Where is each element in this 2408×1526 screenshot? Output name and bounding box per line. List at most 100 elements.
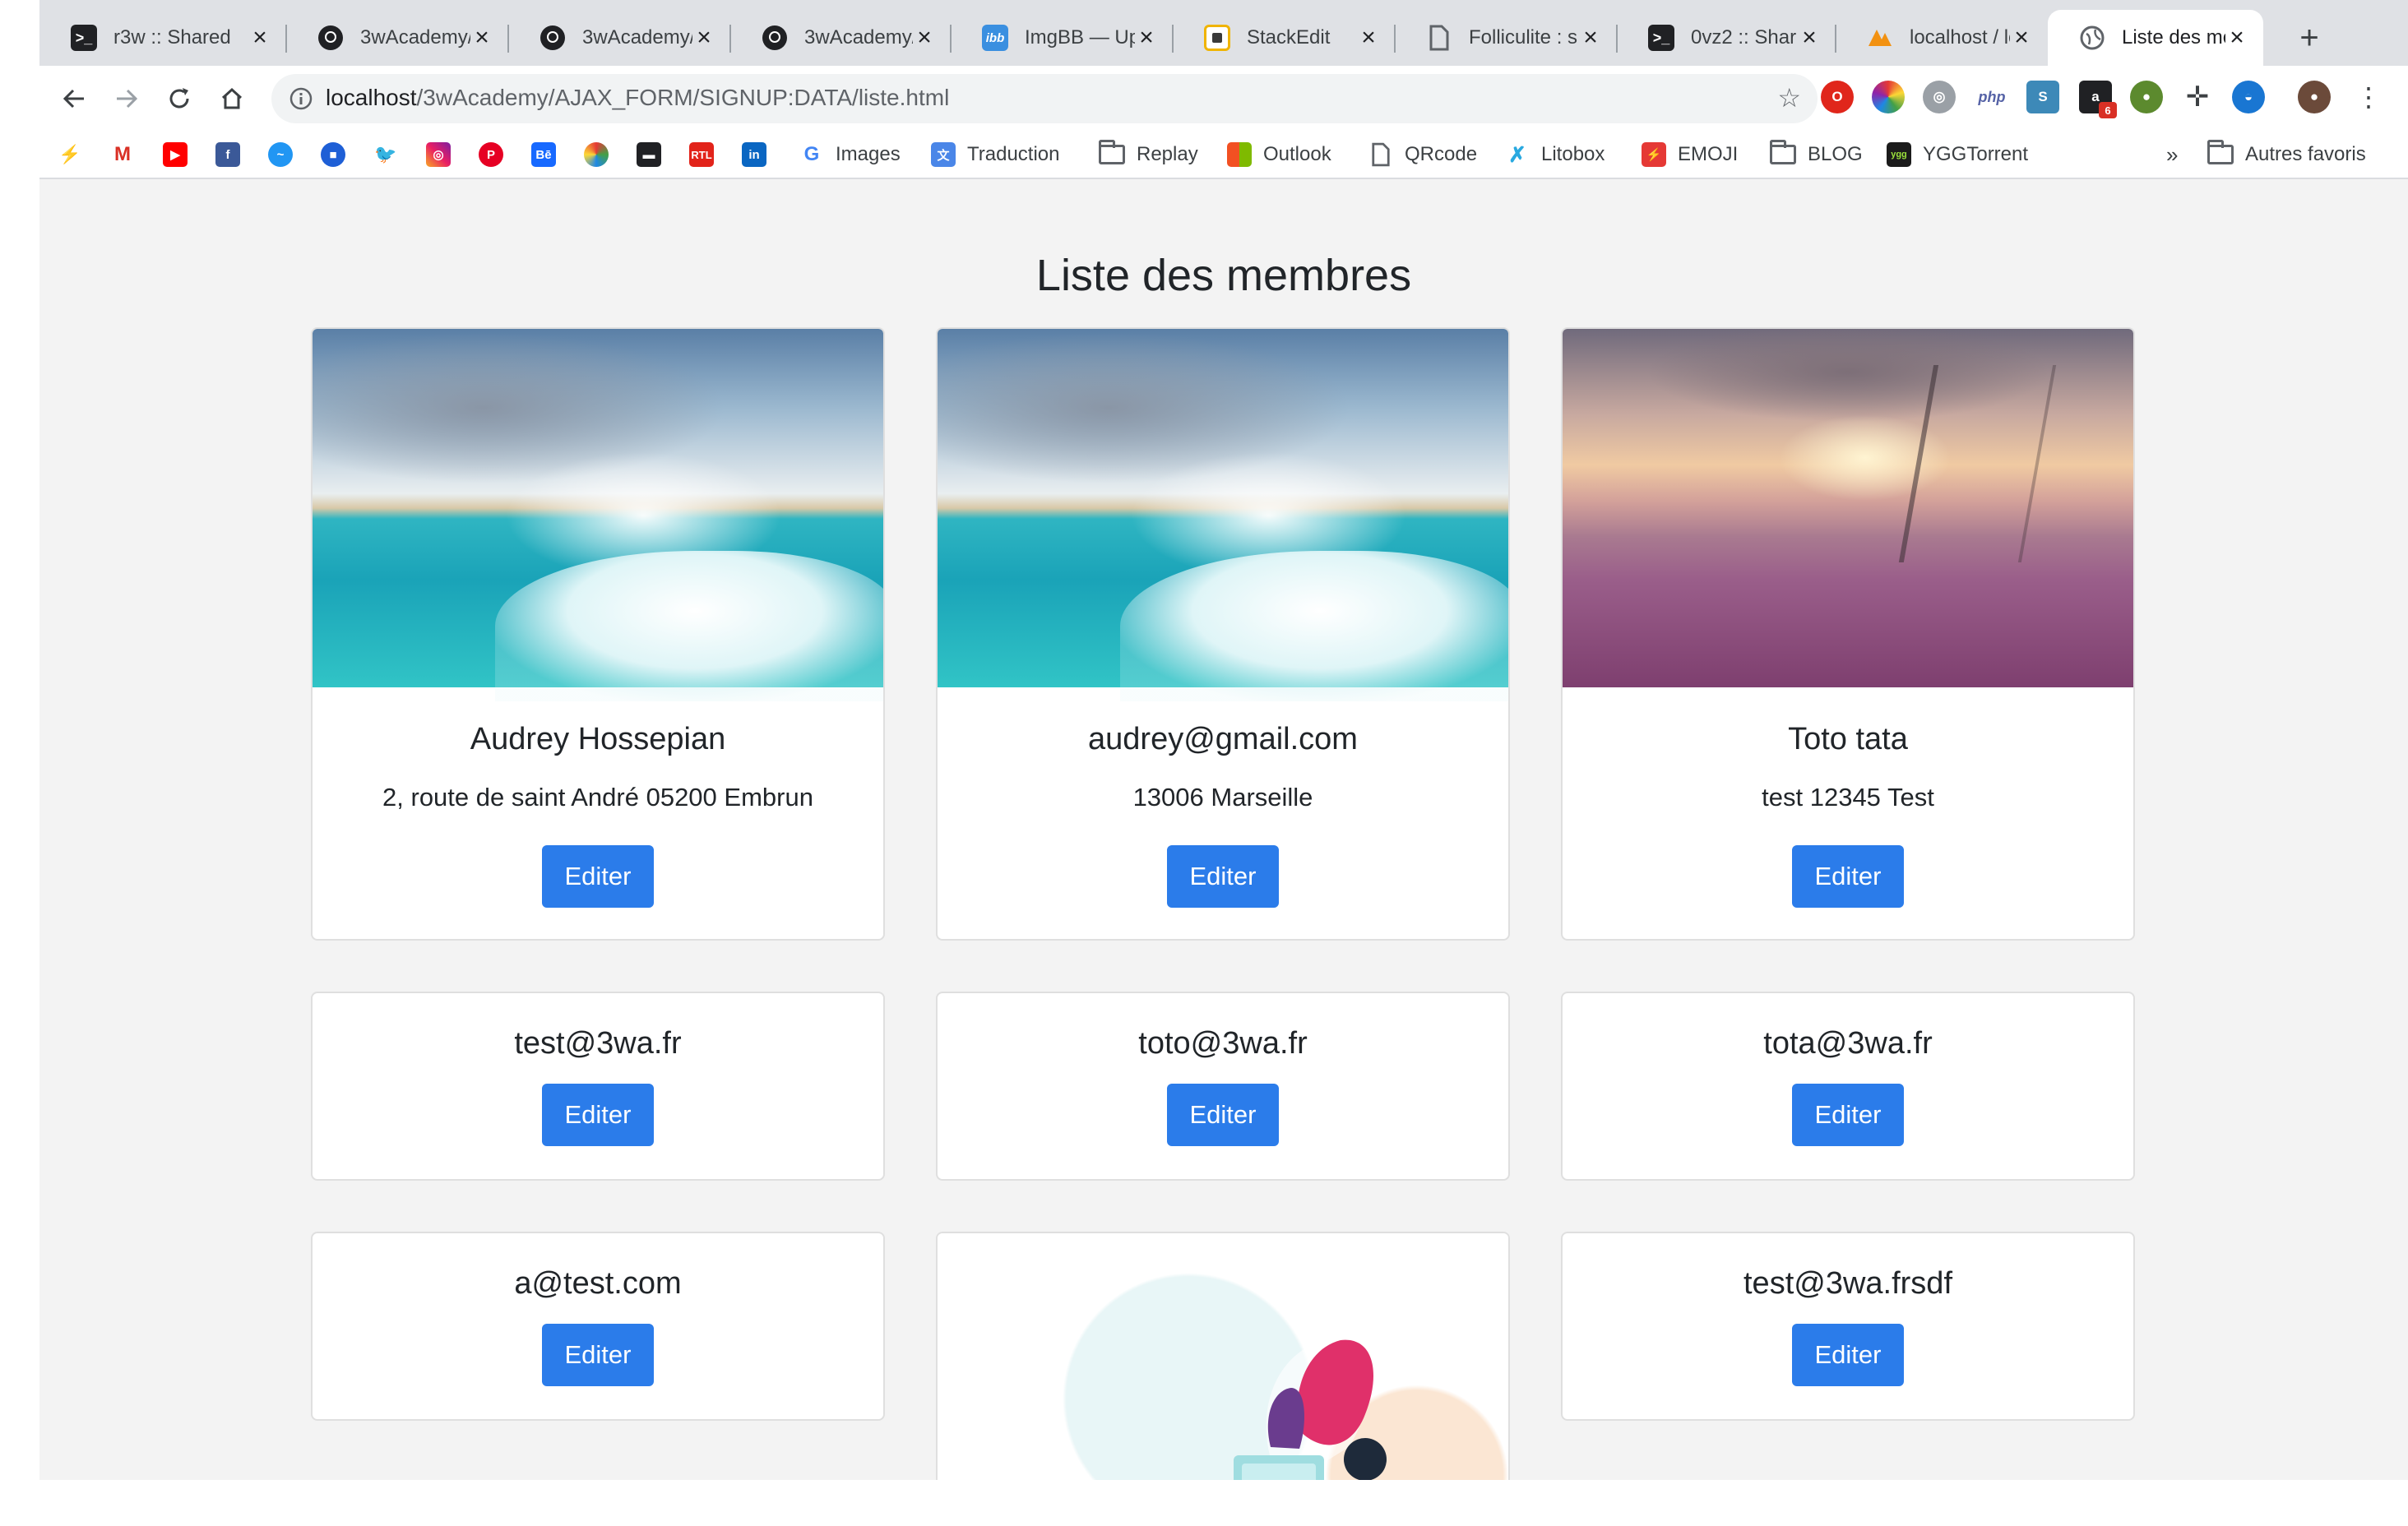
vpn-extension-icon[interactable]: ◒ (2232, 81, 2265, 113)
bookmarks-overflow-button[interactable]: » (2166, 138, 2178, 171)
amazon-badge: 6 (2099, 102, 2117, 118)
close-icon[interactable]: × (2010, 25, 2033, 50)
close-icon[interactable]: × (470, 25, 493, 50)
edit-button[interactable]: Editer (1167, 845, 1279, 908)
close-icon[interactable]: × (248, 25, 271, 50)
php-extension-icon[interactable]: php (1975, 81, 2008, 113)
bookmark-dark[interactable]: ▬ (637, 138, 661, 171)
new-tab-button[interactable]: + (2290, 18, 2329, 58)
reload-icon (169, 88, 189, 109)
folder-icon (2207, 140, 2234, 164)
bookmark-label: EMOJI (1678, 143, 1739, 165)
translate-icon: 文 (931, 142, 956, 167)
address-bar[interactable]: localhost/3wAcademy/AJAX_FORM/SIGNUP:DAT… (271, 74, 1818, 123)
tab-title: 3wAcademy/ (360, 26, 470, 49)
tab-phpmyadmin[interactable]: localhost / lo × (1836, 10, 2048, 66)
edit-button[interactable]: Editer (542, 845, 654, 908)
bookmark-emoji[interactable]: ⚡ EMOJI (1642, 138, 1738, 171)
bookmark-behance[interactable]: Bē (531, 138, 556, 171)
edit-button[interactable]: Editer (542, 1324, 654, 1386)
opera-extension-icon[interactable]: O (1821, 81, 1854, 113)
member-card: tota@3wa.fr Editer (1561, 992, 2135, 1181)
arrow-right-icon (117, 89, 138, 109)
bookmark-images[interactable]: G Images (799, 138, 901, 171)
tab-r3w[interactable]: >_ r3w :: Shared × (39, 10, 287, 66)
home-button[interactable] (212, 79, 252, 118)
url-path: /3wAcademy/AJAX_FORM/SIGNUP:DATA/liste.h… (416, 85, 950, 110)
member-name: Audrey Hossepian (470, 722, 726, 756)
bookmark-twitter[interactable]: 🐦 (373, 138, 398, 171)
bookmark-linkedin[interactable]: in (742, 138, 766, 171)
bookmark-lightning[interactable]: ⚡ (58, 138, 82, 171)
bookmark-label: Outlook (1263, 143, 1331, 165)
tab-strip: >_ r3w :: Shared × 3wAcademy/ × 3wAcadem… (39, 0, 2408, 66)
member-name: tota@3wa.fr (1763, 1026, 1933, 1061)
bookmark-pinterest[interactable]: P (479, 138, 503, 171)
bookmark-litobox[interactable]: ✗ Litobox (1505, 138, 1605, 171)
edit-button[interactable]: Editer (542, 1084, 654, 1146)
tab-0vz2[interactable]: >_ 0vz2 :: Shar × (1617, 10, 1836, 66)
bookmark-facebook[interactable]: f (215, 138, 240, 171)
edit-button[interactable]: Editer (1792, 1084, 1904, 1146)
tab-imgbb[interactable]: ibb ImgBB — Up × (951, 10, 1174, 66)
imgbb-icon: ibb (982, 25, 1008, 51)
reload-button[interactable] (160, 79, 199, 118)
profile-avatar[interactable]: ● (2298, 81, 2331, 113)
url-host: localhost (326, 85, 417, 110)
bookmark-rtl[interactable]: RTL (689, 138, 714, 171)
tab-3wacademy-2[interactable]: 3wAcademy/ × (508, 10, 731, 66)
php-extension-label: php (1978, 88, 2006, 105)
amazon-extension-icon[interactable]: a6 (2079, 81, 2117, 118)
close-icon[interactable]: × (913, 25, 936, 50)
bookmark-traduction[interactable]: 文 Traduction (931, 138, 1060, 171)
forward-button[interactable] (107, 79, 146, 118)
bookmark-outlook[interactable]: Outlook (1227, 138, 1331, 171)
s-extension-icon[interactable]: S (2026, 81, 2059, 113)
url-text[interactable]: localhost/3wAcademy/AJAX_FORM/SIGNUP:DAT… (326, 85, 949, 111)
tab-3wacademy-3[interactable]: 3wAcademy/ × (730, 10, 952, 66)
close-icon[interactable]: × (692, 25, 715, 50)
tab-liste-des-membres[interactable]: Liste des me × (2048, 10, 2263, 66)
tab-stackedit[interactable]: StackEdit × (1173, 10, 1396, 66)
linkedin-icon-label: in (748, 147, 760, 162)
edit-button[interactable]: Editer (1167, 1084, 1279, 1146)
close-icon[interactable]: × (1135, 25, 1158, 50)
member-address: 2, route de saint André 05200 Embrun (382, 783, 813, 812)
bookmark-youtube[interactable]: ▶ (163, 138, 188, 171)
edit-button[interactable]: Editer (1792, 845, 1904, 908)
close-icon[interactable]: × (2225, 25, 2248, 50)
phpmyadmin-icon (1867, 25, 1893, 51)
circle-extension-icon[interactable]: ◎ (1923, 81, 1956, 113)
bookmark-blog[interactable]: BLOG (1770, 138, 1863, 171)
tab-title: 0vz2 :: Shar (1691, 26, 1797, 49)
menu-icon[interactable]: ⋮ (2352, 81, 2385, 113)
tab-title: 3wAcademy/ (804, 26, 913, 49)
edit-button[interactable]: Editer (1792, 1324, 1904, 1386)
bookmark-gmail[interactable]: M (110, 138, 135, 171)
bookmark-messages[interactable]: ■ (321, 138, 345, 171)
tab-3wacademy-1[interactable]: 3wAcademy/ × (286, 10, 509, 66)
bookmark-replay[interactable]: Replay (1099, 138, 1198, 171)
ygg-icon: ygg (1887, 142, 1911, 167)
bookmark-colorful[interactable] (584, 138, 609, 171)
bookmark-qrcode[interactable]: QRcode (1368, 138, 1477, 171)
move-extension-icon[interactable]: ✛ (2181, 81, 2214, 113)
close-icon[interactable]: × (1357, 25, 1380, 50)
bookmark-instagram[interactable]: ◎ (426, 138, 451, 171)
tab-folliculite[interactable]: Folliculite : s × (1395, 10, 1618, 66)
bookmark-star-icon[interactable]: ☆ (1777, 85, 1801, 111)
info-icon[interactable] (288, 86, 314, 112)
arrow-left-icon (63, 89, 84, 109)
bookmark-messenger[interactable]: ~ (268, 138, 293, 171)
lightning-icon: ⚡ (58, 144, 81, 164)
bookmark-yggtorrent[interactable]: ygg YGGTorrent (1887, 138, 2028, 171)
color-picker-extension-icon[interactable] (1872, 81, 1905, 113)
other-bookmarks[interactable]: Autres favoris (2207, 138, 2366, 171)
pinterest-icon: P (479, 142, 503, 167)
close-icon[interactable]: × (1579, 25, 1602, 50)
back-button[interactable] (54, 79, 94, 118)
bookmarks-bar: ⚡ M ▶ f ~ ■ 🐦 ◎ P Bē ▬ RTL in G Images 文T… (39, 132, 2408, 179)
earth-extension-icon[interactable]: ● (2130, 81, 2163, 113)
close-icon[interactable]: × (1798, 25, 1821, 50)
globe-icon (2079, 25, 2105, 51)
